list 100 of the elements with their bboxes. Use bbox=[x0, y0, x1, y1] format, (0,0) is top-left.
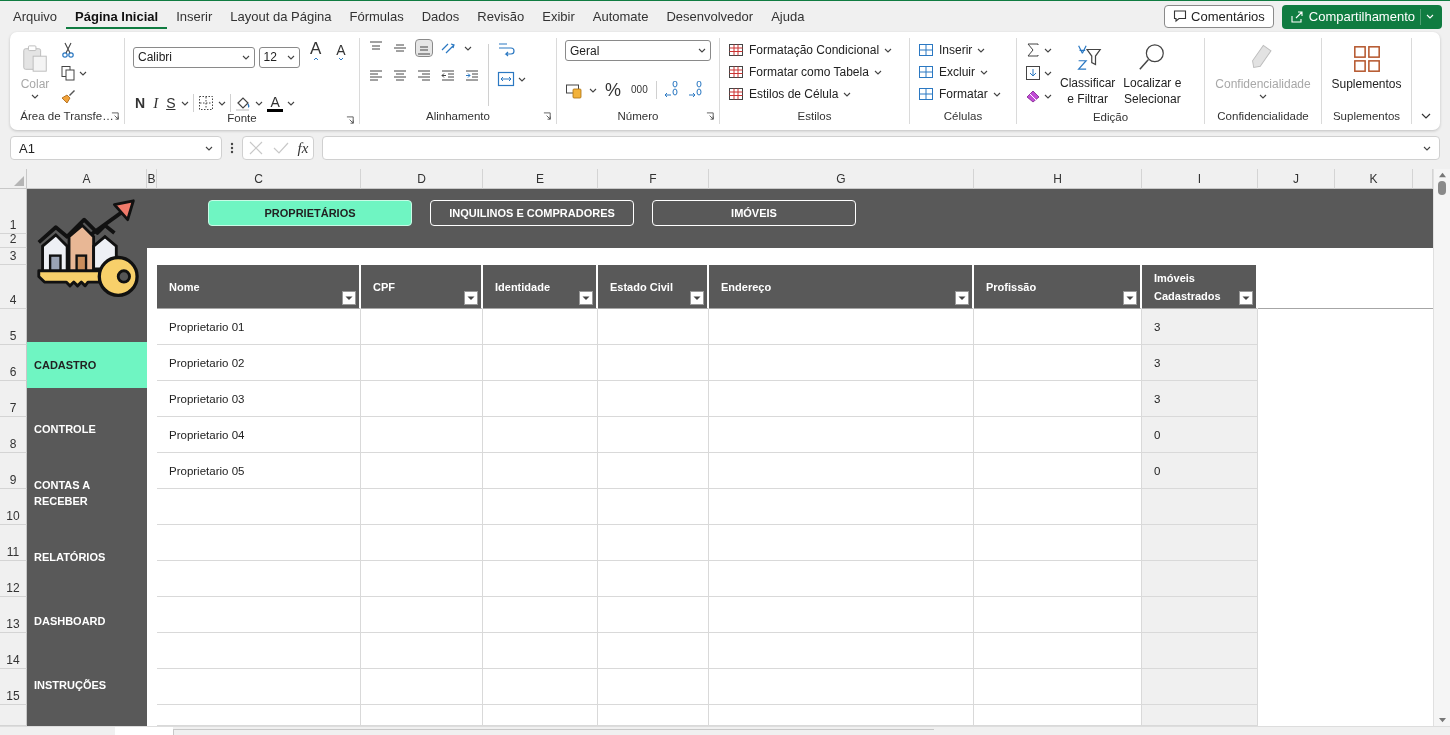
row-header[interactable]: 6 bbox=[0, 345, 27, 381]
cells-menu-button[interactable]: Excluir bbox=[918, 64, 988, 80]
column-header[interactable]: I bbox=[1142, 169, 1258, 189]
dialog-launcher-icon[interactable] bbox=[346, 116, 355, 125]
scissors-icon[interactable] bbox=[60, 42, 76, 58]
row-header[interactable]: 14 bbox=[0, 633, 27, 669]
grow-font-button[interactable]: A bbox=[304, 40, 327, 74]
caret-icon[interactable] bbox=[286, 100, 295, 106]
menu-tab[interactable]: Exibir bbox=[533, 4, 584, 29]
caret-icon[interactable] bbox=[181, 100, 190, 106]
thousands-button[interactable]: 000 bbox=[629, 85, 650, 95]
dialog-launcher-icon[interactable] bbox=[706, 112, 715, 121]
scroll-thumb[interactable] bbox=[1438, 181, 1446, 195]
decrease-decimal-icon[interactable] bbox=[686, 81, 705, 99]
percent-button[interactable]: % bbox=[603, 81, 623, 99]
styles-menu-button[interactable]: Formatação Condicional bbox=[728, 42, 893, 58]
menu-tab[interactable]: Desenvolvedor bbox=[657, 4, 763, 29]
italic-button[interactable]: I bbox=[151, 95, 161, 111]
merge-cells-icon[interactable] bbox=[497, 70, 515, 88]
row-header[interactable]: 13 bbox=[0, 597, 27, 633]
styles-menu-button[interactable]: Estilos de Célula bbox=[728, 86, 852, 102]
caret-icon[interactable] bbox=[287, 54, 296, 60]
increase-decimal-icon[interactable] bbox=[662, 81, 681, 99]
caret-icon[interactable] bbox=[79, 70, 87, 76]
wrap-text-icon[interactable] bbox=[497, 40, 515, 58]
sort-filter-button[interactable]: Classificar e Filtrar bbox=[1060, 40, 1116, 109]
sidebar-item[interactable]: RELATÓRIOS bbox=[27, 534, 147, 580]
filter-dropdown-icon[interactable] bbox=[1239, 291, 1253, 305]
decrease-indent-icon[interactable] bbox=[440, 68, 456, 84]
dialog-launcher-icon[interactable] bbox=[543, 112, 552, 121]
column-header[interactable]: H bbox=[974, 169, 1142, 189]
share-button[interactable]: Compartilhamento bbox=[1281, 4, 1442, 29]
scroll-down-icon[interactable] bbox=[1437, 717, 1447, 724]
nav-button[interactable]: PROPRIETÁRIOS bbox=[208, 200, 412, 226]
expand-icon[interactable] bbox=[1423, 145, 1431, 151]
font-family-select[interactable]: Calibri bbox=[133, 46, 255, 68]
filter-dropdown-icon[interactable] bbox=[955, 291, 969, 305]
add-ins-button[interactable]: Suplementos bbox=[1329, 40, 1404, 95]
menu-tab[interactable]: Layout da Página bbox=[221, 4, 341, 29]
scroll-up-icon[interactable] bbox=[1437, 171, 1447, 178]
borders-icon[interactable] bbox=[198, 95, 215, 111]
sidebar-item[interactable]: DASHBOARD bbox=[27, 598, 147, 644]
column-header[interactable]: C bbox=[157, 169, 361, 189]
menu-tab[interactable]: Página Inicial bbox=[66, 4, 168, 29]
styles-menu-button[interactable]: Formatar como Tabela bbox=[728, 64, 882, 80]
column-header[interactable]: J bbox=[1258, 169, 1335, 189]
dialog-launcher-icon[interactable] bbox=[111, 112, 120, 121]
bold-button[interactable]: N bbox=[133, 96, 148, 110]
paintbrush-icon[interactable] bbox=[60, 88, 76, 104]
column-header[interactable]: G bbox=[709, 169, 974, 189]
row-header[interactable]: 10 bbox=[0, 489, 27, 525]
cells-menu-button[interactable]: Inserir bbox=[918, 42, 986, 58]
align-left-icon[interactable] bbox=[368, 68, 384, 84]
row-header[interactable]: 9 bbox=[0, 453, 27, 489]
eraser-icon[interactable] bbox=[1025, 88, 1041, 104]
filter-dropdown-icon[interactable] bbox=[464, 291, 478, 305]
column-header[interactable]: K bbox=[1335, 169, 1413, 189]
align-right-icon[interactable] bbox=[416, 68, 432, 84]
font-color-button[interactable]: A bbox=[267, 94, 283, 112]
sidebar-item[interactable]: INSTRUÇÕES bbox=[27, 662, 147, 708]
comments-button[interactable]: Comentários bbox=[1164, 4, 1274, 28]
number-format-select[interactable]: Geral bbox=[565, 40, 711, 61]
sidebar-item[interactable]: CONTAS A RECEBER bbox=[27, 470, 147, 516]
paint-bucket-icon[interactable] bbox=[235, 95, 252, 111]
more-icon[interactable] bbox=[230, 141, 234, 155]
menu-tab[interactable]: Fórmulas bbox=[340, 4, 413, 29]
caret-icon[interactable] bbox=[464, 45, 472, 51]
text-orientation-icon[interactable] bbox=[440, 40, 456, 56]
caret-icon[interactable] bbox=[518, 76, 526, 82]
nav-button[interactable]: INQUILINOS E COMPRADORES bbox=[430, 200, 634, 226]
increase-indent-icon[interactable] bbox=[464, 68, 480, 84]
underline-button[interactable]: S bbox=[164, 96, 178, 110]
menu-tab[interactable]: Revisão bbox=[468, 4, 534, 29]
find-select-button[interactable]: Localizar e Selecionar bbox=[1123, 40, 1182, 109]
filter-dropdown-icon[interactable] bbox=[579, 291, 593, 305]
currency-icon[interactable] bbox=[565, 81, 583, 99]
caret-icon[interactable] bbox=[589, 87, 597, 93]
caret-icon[interactable] bbox=[1044, 93, 1052, 99]
nav-button[interactable]: IMÓVEIS bbox=[652, 200, 856, 226]
column-header[interactable]: D bbox=[361, 169, 483, 189]
row-header[interactable]: 3 bbox=[0, 248, 27, 265]
sidebar-item[interactable]: CADASTRO bbox=[27, 342, 147, 388]
row-header[interactable]: 7 bbox=[0, 381, 27, 417]
caret-icon[interactable] bbox=[218, 100, 227, 106]
menu-tab[interactable]: Automate bbox=[583, 4, 658, 29]
column-header[interactable]: A bbox=[27, 169, 147, 189]
menu-tab[interactable]: Dados bbox=[412, 4, 469, 29]
row-header[interactable]: 8 bbox=[0, 417, 27, 453]
copy-icon[interactable] bbox=[60, 65, 76, 81]
align-center-icon[interactable] bbox=[392, 68, 408, 84]
filter-dropdown-icon[interactable] bbox=[1123, 291, 1137, 305]
sum-icon[interactable] bbox=[1025, 42, 1041, 58]
caret-icon[interactable] bbox=[255, 100, 264, 106]
caret-icon[interactable] bbox=[698, 48, 706, 53]
row-header[interactable]: 1 bbox=[0, 189, 27, 234]
insert-function-button[interactable]: fx bbox=[297, 139, 309, 157]
row-header[interactable]: 11 bbox=[0, 525, 27, 561]
filter-dropdown-icon[interactable] bbox=[342, 291, 356, 305]
menu-tab[interactable]: Inserir bbox=[167, 4, 222, 29]
cells-menu-button[interactable]: Formatar bbox=[918, 86, 1001, 102]
